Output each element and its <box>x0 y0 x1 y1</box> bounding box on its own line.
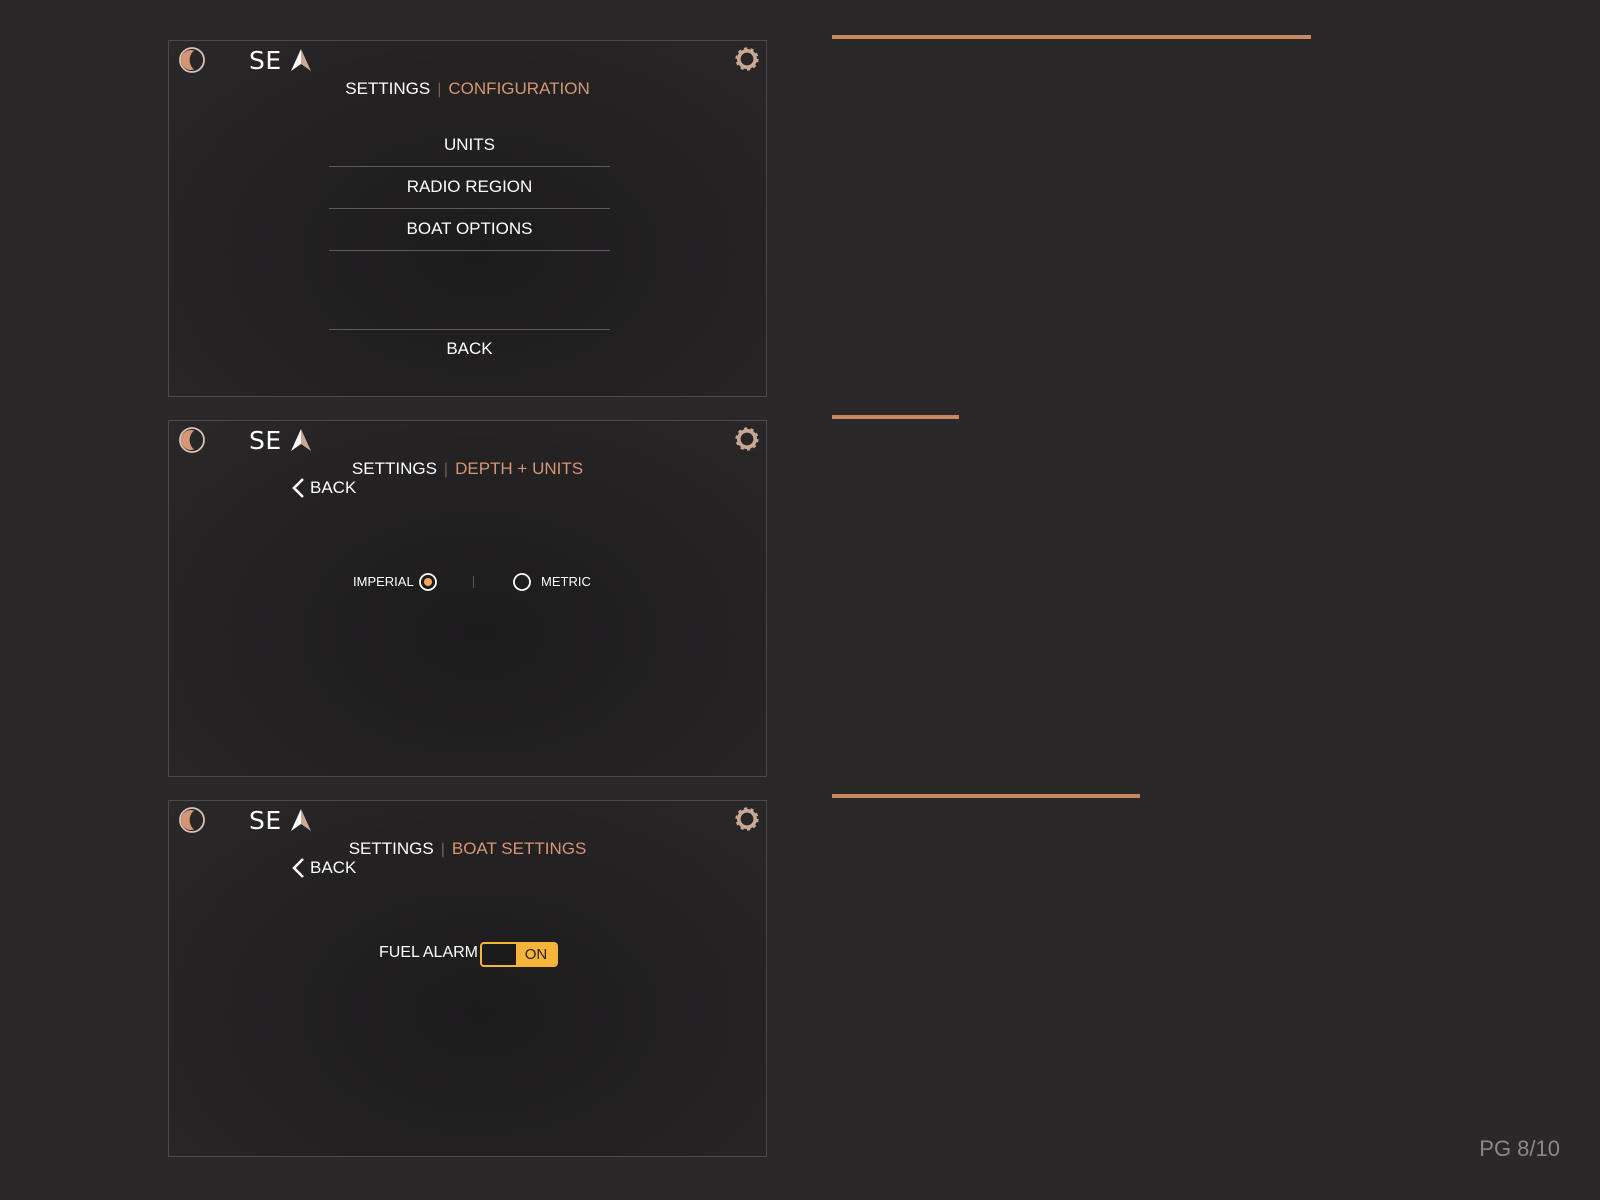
screen-boat-settings: SE SETTINGS | BOAT SETTINGS BACK FUEL ALAR… <box>168 800 767 1157</box>
back-button[interactable]: BACK <box>291 477 356 499</box>
page-title: SETTINGS <box>345 79 431 98</box>
navigation-arrow-icon <box>290 809 311 831</box>
screen-configuration: SE SETTINGS | CONFIGURATION UNITS RADIO RE… <box>168 40 767 397</box>
moon-icon[interactable] <box>177 425 207 455</box>
gear-icon[interactable] <box>732 804 762 834</box>
menu-item-boat-options[interactable]: BOAT OPTIONS <box>329 209 610 251</box>
radio-metric[interactable] <box>512 572 532 592</box>
toggle-state-label: ON <box>516 944 556 965</box>
page-subtitle: CONFIGURATION <box>448 79 590 98</box>
metric-label: METRIC <box>541 574 591 589</box>
page-subtitle: BOAT SETTINGS <box>451 839 587 858</box>
menu-item-units[interactable]: UNITS <box>329 125 610 167</box>
title-bar: SETTINGS | CONFIGURATION <box>169 79 766 99</box>
chevron-left-icon <box>292 858 304 878</box>
title-separator: | <box>437 81 442 98</box>
units-radio-group: IMPERIAL METRIC <box>169 567 766 597</box>
heading-direction: SE <box>249 805 282 835</box>
page-title: SETTINGS <box>351 459 437 478</box>
back-button[interactable]: BACK <box>329 329 610 368</box>
fuel-alarm-row: FUEL ALARM ON <box>169 940 766 970</box>
fuel-alarm-toggle[interactable]: ON <box>480 942 558 967</box>
heading-group: SE <box>249 45 312 75</box>
heading-group: SE <box>249 805 312 835</box>
navigation-arrow-icon <box>290 429 311 451</box>
accent-divider-1 <box>832 35 1311 39</box>
radio-imperial-selected[interactable] <box>418 572 438 592</box>
title-bar: SETTINGS | BOAT SETTINGS <box>169 839 766 859</box>
heading-group: SE <box>249 425 312 455</box>
title-separator: | <box>443 461 449 478</box>
page-title: SETTINGS <box>348 839 434 858</box>
back-label: BACK <box>310 478 357 497</box>
heading-direction: SE <box>249 45 282 75</box>
accent-divider-2 <box>832 415 959 419</box>
moon-icon[interactable] <box>177 45 207 75</box>
configuration-menu: UNITS RADIO REGION BOAT OPTIONS <box>329 125 610 251</box>
title-separator: | <box>440 841 445 858</box>
screen-depth-units: SE SETTINGS | DEPTH + UNITS BACK IMPERIAL … <box>168 420 767 777</box>
back-label: BACK <box>310 858 357 877</box>
page-number: PG 8/10 <box>1479 1136 1560 1161</box>
gear-icon[interactable] <box>732 44 762 74</box>
fuel-alarm-label: FUEL ALARM <box>379 944 478 961</box>
back-button[interactable]: BACK <box>291 857 356 879</box>
gear-icon[interactable] <box>732 424 762 454</box>
navigation-arrow-icon <box>290 49 311 71</box>
moon-icon[interactable] <box>177 805 207 835</box>
title-bar: SETTINGS | DEPTH + UNITS <box>169 459 766 479</box>
radio-separator <box>473 576 474 588</box>
accent-divider-3 <box>832 794 1140 798</box>
heading-direction: SE <box>249 425 282 455</box>
chevron-left-icon <box>292 478 304 498</box>
menu-item-radio-region[interactable]: RADIO REGION <box>329 167 610 209</box>
page-subtitle: DEPTH + UNITS <box>455 459 584 478</box>
imperial-label: IMPERIAL <box>353 574 414 589</box>
